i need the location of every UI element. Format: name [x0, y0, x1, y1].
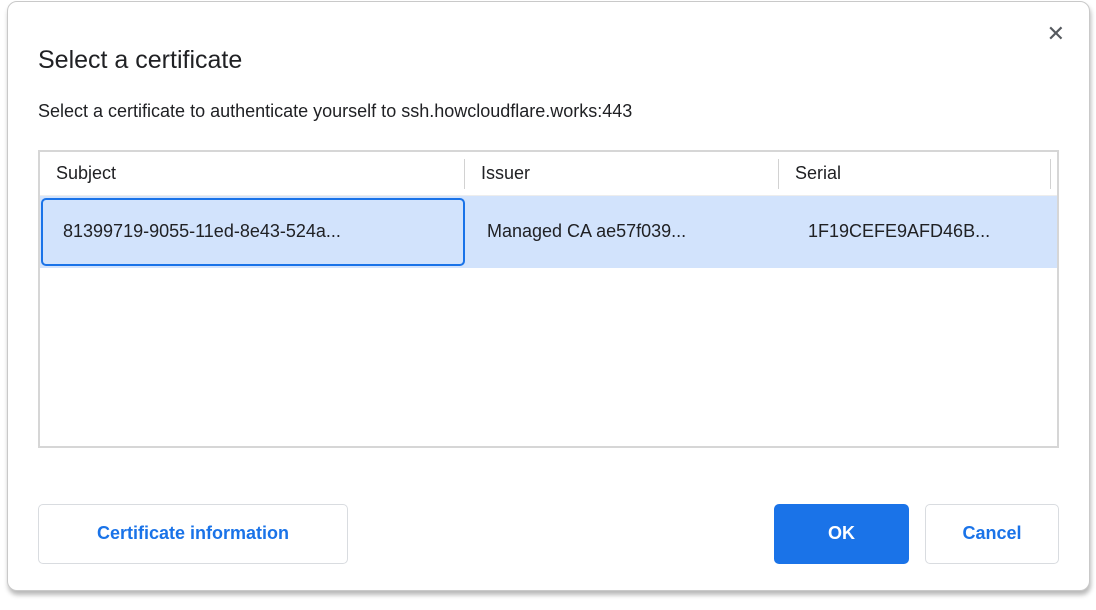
certificate-row-selected[interactable]: 81399719-9055-11ed-8e43-524a... Managed …	[40, 196, 1057, 268]
cancel-button[interactable]: Cancel	[925, 504, 1059, 564]
certificate-table: Subject Issuer Serial 81399719-9055-11ed…	[38, 150, 1059, 448]
dialog-subtitle: Select a certificate to authenticate you…	[38, 100, 1059, 123]
certificate-table-header: Subject Issuer Serial	[40, 152, 1057, 196]
certificate-serial-cell[interactable]: 1F19CEFE9AFD46B...	[780, 196, 1052, 268]
certificate-issuer-cell[interactable]: Managed CA ae57f039...	[465, 196, 780, 268]
ok-button[interactable]: OK	[774, 504, 909, 564]
dialog-footer: Certificate information OK Cancel	[38, 504, 1059, 564]
column-header-serial: Serial	[779, 152, 1051, 195]
certificate-information-button[interactable]: Certificate information	[38, 504, 348, 564]
close-icon[interactable]: ✕	[1047, 23, 1065, 45]
column-header-subject: Subject	[40, 152, 465, 195]
dialog-title: Select a certificate	[38, 45, 1059, 75]
column-header-issuer: Issuer	[465, 152, 779, 195]
certificate-subject-cell[interactable]: 81399719-9055-11ed-8e43-524a...	[41, 198, 465, 266]
select-certificate-dialog: ✕ Select a certificate Select a certific…	[7, 1, 1090, 591]
